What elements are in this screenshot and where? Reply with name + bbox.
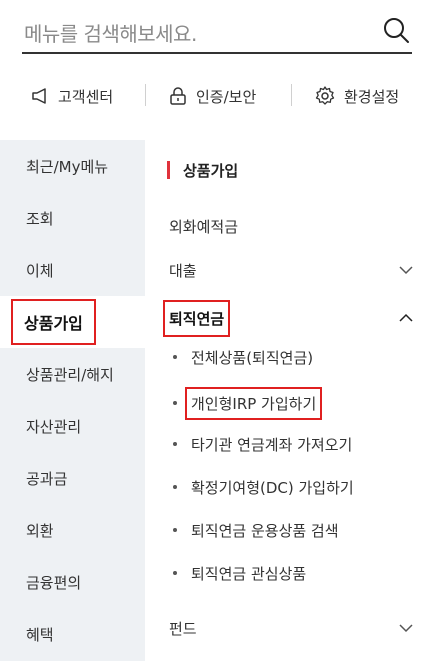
- menu-item-label: 펀드: [169, 619, 197, 638]
- bullet: [173, 528, 177, 532]
- megaphone-icon: [32, 88, 46, 104]
- gear-icon: [315, 86, 335, 105]
- left-nav-label: 이체: [26, 261, 54, 280]
- section-title-label: 상품가입: [183, 161, 239, 180]
- settings-button[interactable]: 환경설정: [314, 72, 399, 120]
- settings-label: 환경설정: [344, 87, 400, 106]
- bullet: [173, 355, 177, 359]
- auth-security-label: 인증/보안: [196, 87, 257, 106]
- left-nav-label: 상품관리/해지: [26, 365, 114, 384]
- left-nav-item-inquiry[interactable]: 조회: [0, 192, 145, 244]
- menu-item-label: 퇴직연금: [163, 299, 231, 337]
- submenu-label: 확정기여형(DC) 가입하기: [191, 478, 354, 497]
- utility-row: 고객센터 인증/보안 환경설정: [0, 72, 435, 120]
- chevron-up-icon[interactable]: [398, 310, 414, 326]
- menu-item-fx-deposit[interactable]: 외화예적금: [169, 206, 414, 246]
- bullet: [173, 485, 177, 489]
- submenu-item-irp-signup[interactable]: 개인형IRP 가입하기: [173, 386, 418, 420]
- customer-center-button[interactable]: 고객센터: [30, 72, 113, 120]
- right-panel: 상품가입 외화예적금 대출 퇴직연금 전체상품(퇴직연금) 개인형IRP 가입하…: [145, 140, 435, 661]
- menu-item-label: 외화예적금: [169, 217, 239, 236]
- divider: [145, 84, 146, 106]
- submenu-item-favorites[interactable]: 퇴직연금 관심상품: [173, 556, 418, 590]
- submenu-label: 퇴직연금 관심상품: [191, 564, 307, 583]
- submenu-label: 전체상품(퇴직연금): [191, 348, 314, 367]
- left-nav-item-forex[interactable]: 외환: [0, 504, 145, 556]
- left-nav-item-product-manage[interactable]: 상품관리/해지: [0, 348, 145, 400]
- left-nav-item-utility-bills[interactable]: 공과금: [0, 452, 145, 504]
- lock-icon: [170, 87, 186, 105]
- left-nav-item-convenience[interactable]: 금융편의: [0, 556, 145, 608]
- bullet: [173, 442, 177, 446]
- chevron-down-icon[interactable]: [398, 262, 414, 278]
- submenu-item-transfer-in[interactable]: 타기관 연금계좌 가져오기: [173, 427, 418, 461]
- left-nav-item-recent[interactable]: 최근/My메뉴: [0, 140, 145, 192]
- submenu-label: 타기관 연금계좌 가져오기: [191, 435, 353, 454]
- left-nav: 최근/My메뉴 조회 이체 상품가입 상품관리/해지 자산관리 공과금 외환 금…: [0, 140, 145, 661]
- section-title: 상품가입: [167, 158, 238, 182]
- left-nav-item-transfer[interactable]: 이체: [0, 244, 145, 296]
- submenu-item-dc-signup[interactable]: 확정기여형(DC) 가입하기: [173, 470, 418, 504]
- menu-item-fund[interactable]: 펀드: [169, 608, 414, 648]
- search-bar[interactable]: 메뉴를 검색해보세요.: [22, 10, 412, 54]
- left-nav-label: 자산관리: [26, 417, 82, 436]
- search-input[interactable]: 메뉴를 검색해보세요.: [24, 18, 197, 47]
- submenu-item-all-pension[interactable]: 전체상품(퇴직연금): [173, 340, 418, 374]
- auth-security-button[interactable]: 인증/보안: [168, 72, 256, 120]
- left-nav-item-benefits[interactable]: 혜택: [0, 608, 145, 660]
- left-nav-label: 공과금: [26, 469, 68, 488]
- menu-item-pension[interactable]: 퇴직연금: [163, 298, 414, 338]
- chevron-down-icon[interactable]: [398, 620, 414, 636]
- customer-center-label: 고객센터: [58, 87, 114, 106]
- submenu-label: 퇴직연금 운용상품 검색: [191, 521, 339, 540]
- left-nav-label: 상품가입: [11, 299, 96, 345]
- left-nav-label: 최근/My메뉴: [26, 157, 109, 176]
- submenu-item-product-search[interactable]: 퇴직연금 운용상품 검색: [173, 513, 418, 547]
- section-accent-bar: [167, 161, 170, 179]
- bullet: [173, 571, 177, 575]
- submenu-label: 개인형IRP 가입하기: [185, 386, 323, 420]
- left-nav-item-product-signup[interactable]: 상품가입: [0, 296, 145, 348]
- left-nav-label: 혜택: [26, 625, 54, 644]
- left-nav-label: 조회: [26, 209, 54, 228]
- menu-item-loan[interactable]: 대출: [169, 250, 414, 290]
- menu-body: 최근/My메뉴 조회 이체 상품가입 상품관리/해지 자산관리 공과금 외환 금…: [0, 140, 435, 661]
- bullet: [173, 401, 177, 405]
- left-nav-label: 금융편의: [26, 573, 82, 592]
- divider: [291, 84, 292, 106]
- menu-item-label: 대출: [169, 261, 197, 280]
- search-icon[interactable]: [382, 16, 410, 44]
- left-nav-item-asset[interactable]: 자산관리: [0, 400, 145, 452]
- left-nav-label: 외환: [26, 521, 54, 540]
